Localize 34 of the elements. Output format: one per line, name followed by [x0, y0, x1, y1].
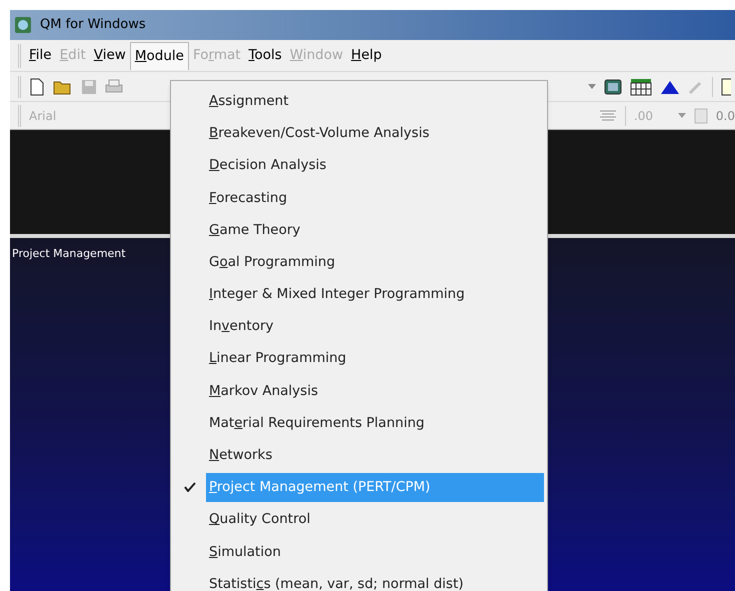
- monitor-icon[interactable]: [604, 78, 622, 94]
- value-text: 0.0: [716, 108, 735, 124]
- save-icon[interactable]: [81, 78, 97, 94]
- menu-item[interactable]: Help: [347, 42, 386, 70]
- panel-title: Project Management: [11, 247, 126, 260]
- menu-option[interactable]: Integer & Mixed Integer Programming: [206, 280, 544, 309]
- new-file-icon[interactable]: [29, 78, 45, 96]
- dropdown-arrow-icon[interactable]: [588, 84, 596, 90]
- window-title: QM for Windows: [40, 16, 146, 34]
- menu-option[interactable]: Goal Programming: [206, 248, 544, 277]
- menu-option[interactable]: Forecasting: [206, 183, 544, 212]
- menu-option[interactable]: Statistics (mean, var, sd; normal dist): [206, 569, 544, 591]
- app-icon: [14, 16, 32, 34]
- menu-option[interactable]: Breakeven/Cost-Volume Analysis: [206, 118, 544, 148]
- dropdown-arrow-icon[interactable]: [678, 112, 686, 118]
- triangle-icon[interactable]: [660, 78, 680, 94]
- menu-option[interactable]: Simulation: [206, 537, 544, 566]
- menu-item[interactable]: File: [25, 42, 56, 70]
- menu-item[interactable]: Module: [130, 42, 189, 70]
- menu-option[interactable]: Assignment: [206, 86, 544, 116]
- print-icon[interactable]: [105, 78, 123, 94]
- menu-option[interactable]: Markov Analysis: [206, 376, 544, 406]
- menu-item[interactable]: Tools: [244, 42, 286, 70]
- menu-option[interactable]: Networks: [206, 440, 544, 470]
- menu-option[interactable]: Quality Control: [206, 505, 544, 534]
- menu-option[interactable]: Inventory: [206, 312, 544, 341]
- menu-option[interactable]: Material Requirements Planning: [206, 408, 544, 438]
- menu-item[interactable]: View: [90, 42, 130, 70]
- folder-icon[interactable]: [53, 78, 73, 94]
- menu-option[interactable]: Decision Analysis: [206, 150, 544, 180]
- align-icon[interactable]: [598, 108, 617, 122]
- menu-option[interactable]: Game Theory: [206, 215, 544, 244]
- menu-option[interactable]: Linear Programming: [206, 344, 544, 374]
- grid-icon[interactable]: [630, 78, 652, 96]
